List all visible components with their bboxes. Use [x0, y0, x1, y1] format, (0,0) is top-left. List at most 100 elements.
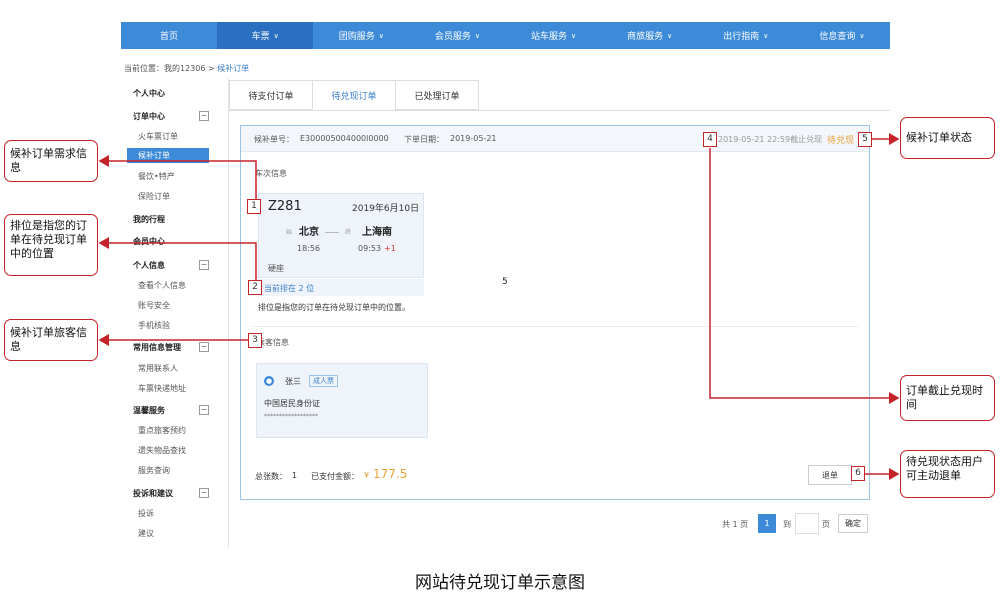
departure-station: 北京 [299, 227, 319, 238]
arrival-tag: 终 [345, 229, 352, 236]
passenger-name: 张三 [285, 377, 301, 386]
sidebar-divider [228, 78, 229, 548]
arrow-2 [98, 237, 257, 280]
total-count: 1 [292, 471, 298, 480]
section-divider [252, 326, 858, 327]
paid-label: 已支付金额： [311, 472, 359, 481]
breadcrumb-prefix[interactable]: 当前位置：我的12306 > [124, 64, 217, 73]
marker-2: 2 [248, 280, 262, 295]
person-icon: ● [264, 376, 274, 386]
departure-tag: 始 [286, 229, 293, 236]
figure-caption: 网站待兑现订单示意图 [415, 573, 585, 593]
departure-time: 18:56 [297, 244, 321, 253]
sidebar-item-service-query[interactable]: 服务查询 [138, 465, 170, 476]
callout-2: 排位是指您的订单在待兑现订单中的位置 [4, 214, 98, 276]
nav-item-travel-guide[interactable]: 出行指南 ∨ [698, 22, 794, 49]
page-confirm-button[interactable]: 确定 [838, 514, 868, 533]
nav-item-member[interactable]: 会员服务 ∨ [409, 22, 505, 49]
order-date-label: 下单日期： [404, 135, 444, 144]
tab-divider [228, 110, 890, 111]
sidebar-order-center[interactable]: 订单中心 [133, 111, 165, 122]
callout-1: 候补订单需求信息 [4, 140, 98, 182]
marker-3: 3 [248, 333, 262, 348]
sidebar-item-delivery-address[interactable]: 车票快递地址 [138, 383, 186, 394]
marker-6: 6 [851, 466, 865, 481]
page-number-input[interactable] [795, 513, 819, 534]
route-arrow [325, 232, 339, 233]
train-number: Z281 [268, 199, 302, 214]
sidebar-common-info[interactable]: 常用信息管理 [133, 342, 181, 353]
ticket-type-badge: 成人票 [309, 375, 338, 387]
callout-4: 订单截止兑现时间 [900, 375, 995, 421]
goto-label: 到 [783, 520, 791, 529]
sidebar-item-contacts[interactable]: 常用联系人 [138, 363, 178, 374]
sidebar-item-priority-booking[interactable]: 重点旅客预约 [138, 425, 186, 436]
refund-button[interactable]: 退单 [808, 465, 852, 485]
nav-item-tickets[interactable]: 车票 ∨ [217, 22, 314, 49]
collapse-icon[interactable]: − [199, 111, 209, 121]
sidebar-my-trips[interactable]: 我的行程 [133, 214, 165, 225]
breadcrumb-current: 候补订单 [217, 64, 250, 73]
id-type: 中国居民身份证 [264, 399, 320, 408]
tab-pending-fulfillment[interactable]: 待兑现订单 [312, 80, 396, 110]
currency-symbol: ¥ [364, 471, 370, 480]
sidebar-item-catering[interactable]: 餐饮•特产 [138, 171, 175, 182]
trip-date: 2019年6月10日 [352, 204, 420, 214]
arrival-time: 09:53 [358, 244, 382, 253]
sidebar-item-account-security[interactable]: 账号安全 [138, 300, 170, 311]
sidebar-complaints[interactable]: 投诉和建议 [133, 488, 173, 499]
sidebar-item-lost-found[interactable]: 遗失物品查找 [138, 445, 186, 456]
sidebar-item-train-orders[interactable]: 火车票订单 [138, 131, 178, 142]
chevron-down-icon: ∨ [273, 31, 279, 40]
nav-label: 会员服务 [434, 32, 471, 42]
collapse-icon[interactable]: − [199, 260, 209, 270]
tab-processed[interactable]: 已处理订单 [395, 80, 479, 110]
nav-label: 站车服务 [530, 32, 567, 42]
nav-item-group-buy[interactable]: 团购服务 ∨ [313, 22, 409, 49]
order-number-label: 候补单号： [254, 135, 294, 144]
callout-3: 候补订单旅客信息 [4, 319, 98, 361]
order-number: E300005004000l0000 [300, 134, 389, 143]
queue-position-note: 排位是指您的订单在待兑现订单中的位置。 [258, 303, 410, 312]
nav-item-station[interactable]: 站车服务 ∨ [506, 22, 602, 49]
order-date: 2019-05-21 [450, 134, 497, 143]
nav-item-business[interactable]: 商旅服务 ∨ [602, 22, 698, 49]
queue-position: 当前排在 2 位 [264, 284, 315, 293]
sidebar-member-center[interactable]: 会员中心 [133, 236, 165, 247]
top-nav: 首页 车票 ∨ 团购服务 ∨ 会员服务 ∨ 站车服务 ∨ 商旅服务 ∨ 出行指南 ∨ 信息查… [121, 22, 890, 49]
nav-label: 商旅服务 [627, 32, 664, 42]
nav-item-home[interactable]: 首页 [121, 22, 217, 49]
sidebar-item-phone-verify[interactable]: 手机核验 [138, 320, 170, 331]
id-number: ****************** [264, 413, 318, 420]
page-1-button[interactable]: 1 [758, 514, 776, 533]
breadcrumb: 当前位置：我的12306 > 候补订单 [124, 63, 249, 74]
order-status: 待兑现 [827, 136, 855, 146]
collapse-icon[interactable]: − [199, 488, 209, 498]
marker-1: 1 [247, 199, 261, 214]
nav-label: 信息查询 [819, 32, 856, 42]
arrow-1 [98, 155, 257, 199]
sidebar-item-complaint[interactable]: 投诉 [138, 508, 154, 519]
nav-label: 首页 [160, 32, 179, 42]
sidebar-personal-center[interactable]: 个人中心 [133, 88, 165, 99]
seat-type: 硬座 [268, 264, 284, 273]
total-pages: 共 1 页 [722, 520, 749, 529]
collapse-icon[interactable]: − [199, 405, 209, 415]
sidebar-personal-info[interactable]: 个人信息 [133, 260, 165, 271]
sidebar-item-waitlist-orders[interactable]: 候补订单 [127, 148, 209, 163]
nav-label: 车票 [251, 32, 270, 42]
nav-item-info-query[interactable]: 信息查询 ∨ [794, 22, 890, 49]
sidebar-item-view-info[interactable]: 查看个人信息 [138, 280, 186, 291]
chevron-down-icon: ∨ [859, 31, 865, 40]
collapse-icon[interactable]: − [199, 342, 209, 352]
paid-amount: 177.5 [373, 467, 408, 481]
tab-pending-payment[interactable]: 待支付订单 [229, 80, 313, 110]
sidebar-warm-service[interactable]: 温馨服务 [133, 405, 165, 416]
callout-5: 候补订单状态 [900, 117, 995, 159]
page-unit: 页 [822, 520, 830, 529]
sidebar-item-insurance[interactable]: 保险订单 [138, 191, 170, 202]
sidebar-item-suggestion[interactable]: 建议 [138, 528, 154, 539]
arrival-station: 上海南 [362, 227, 392, 238]
chevron-down-icon: ∨ [763, 31, 769, 40]
chevron-down-icon: ∨ [378, 31, 384, 40]
